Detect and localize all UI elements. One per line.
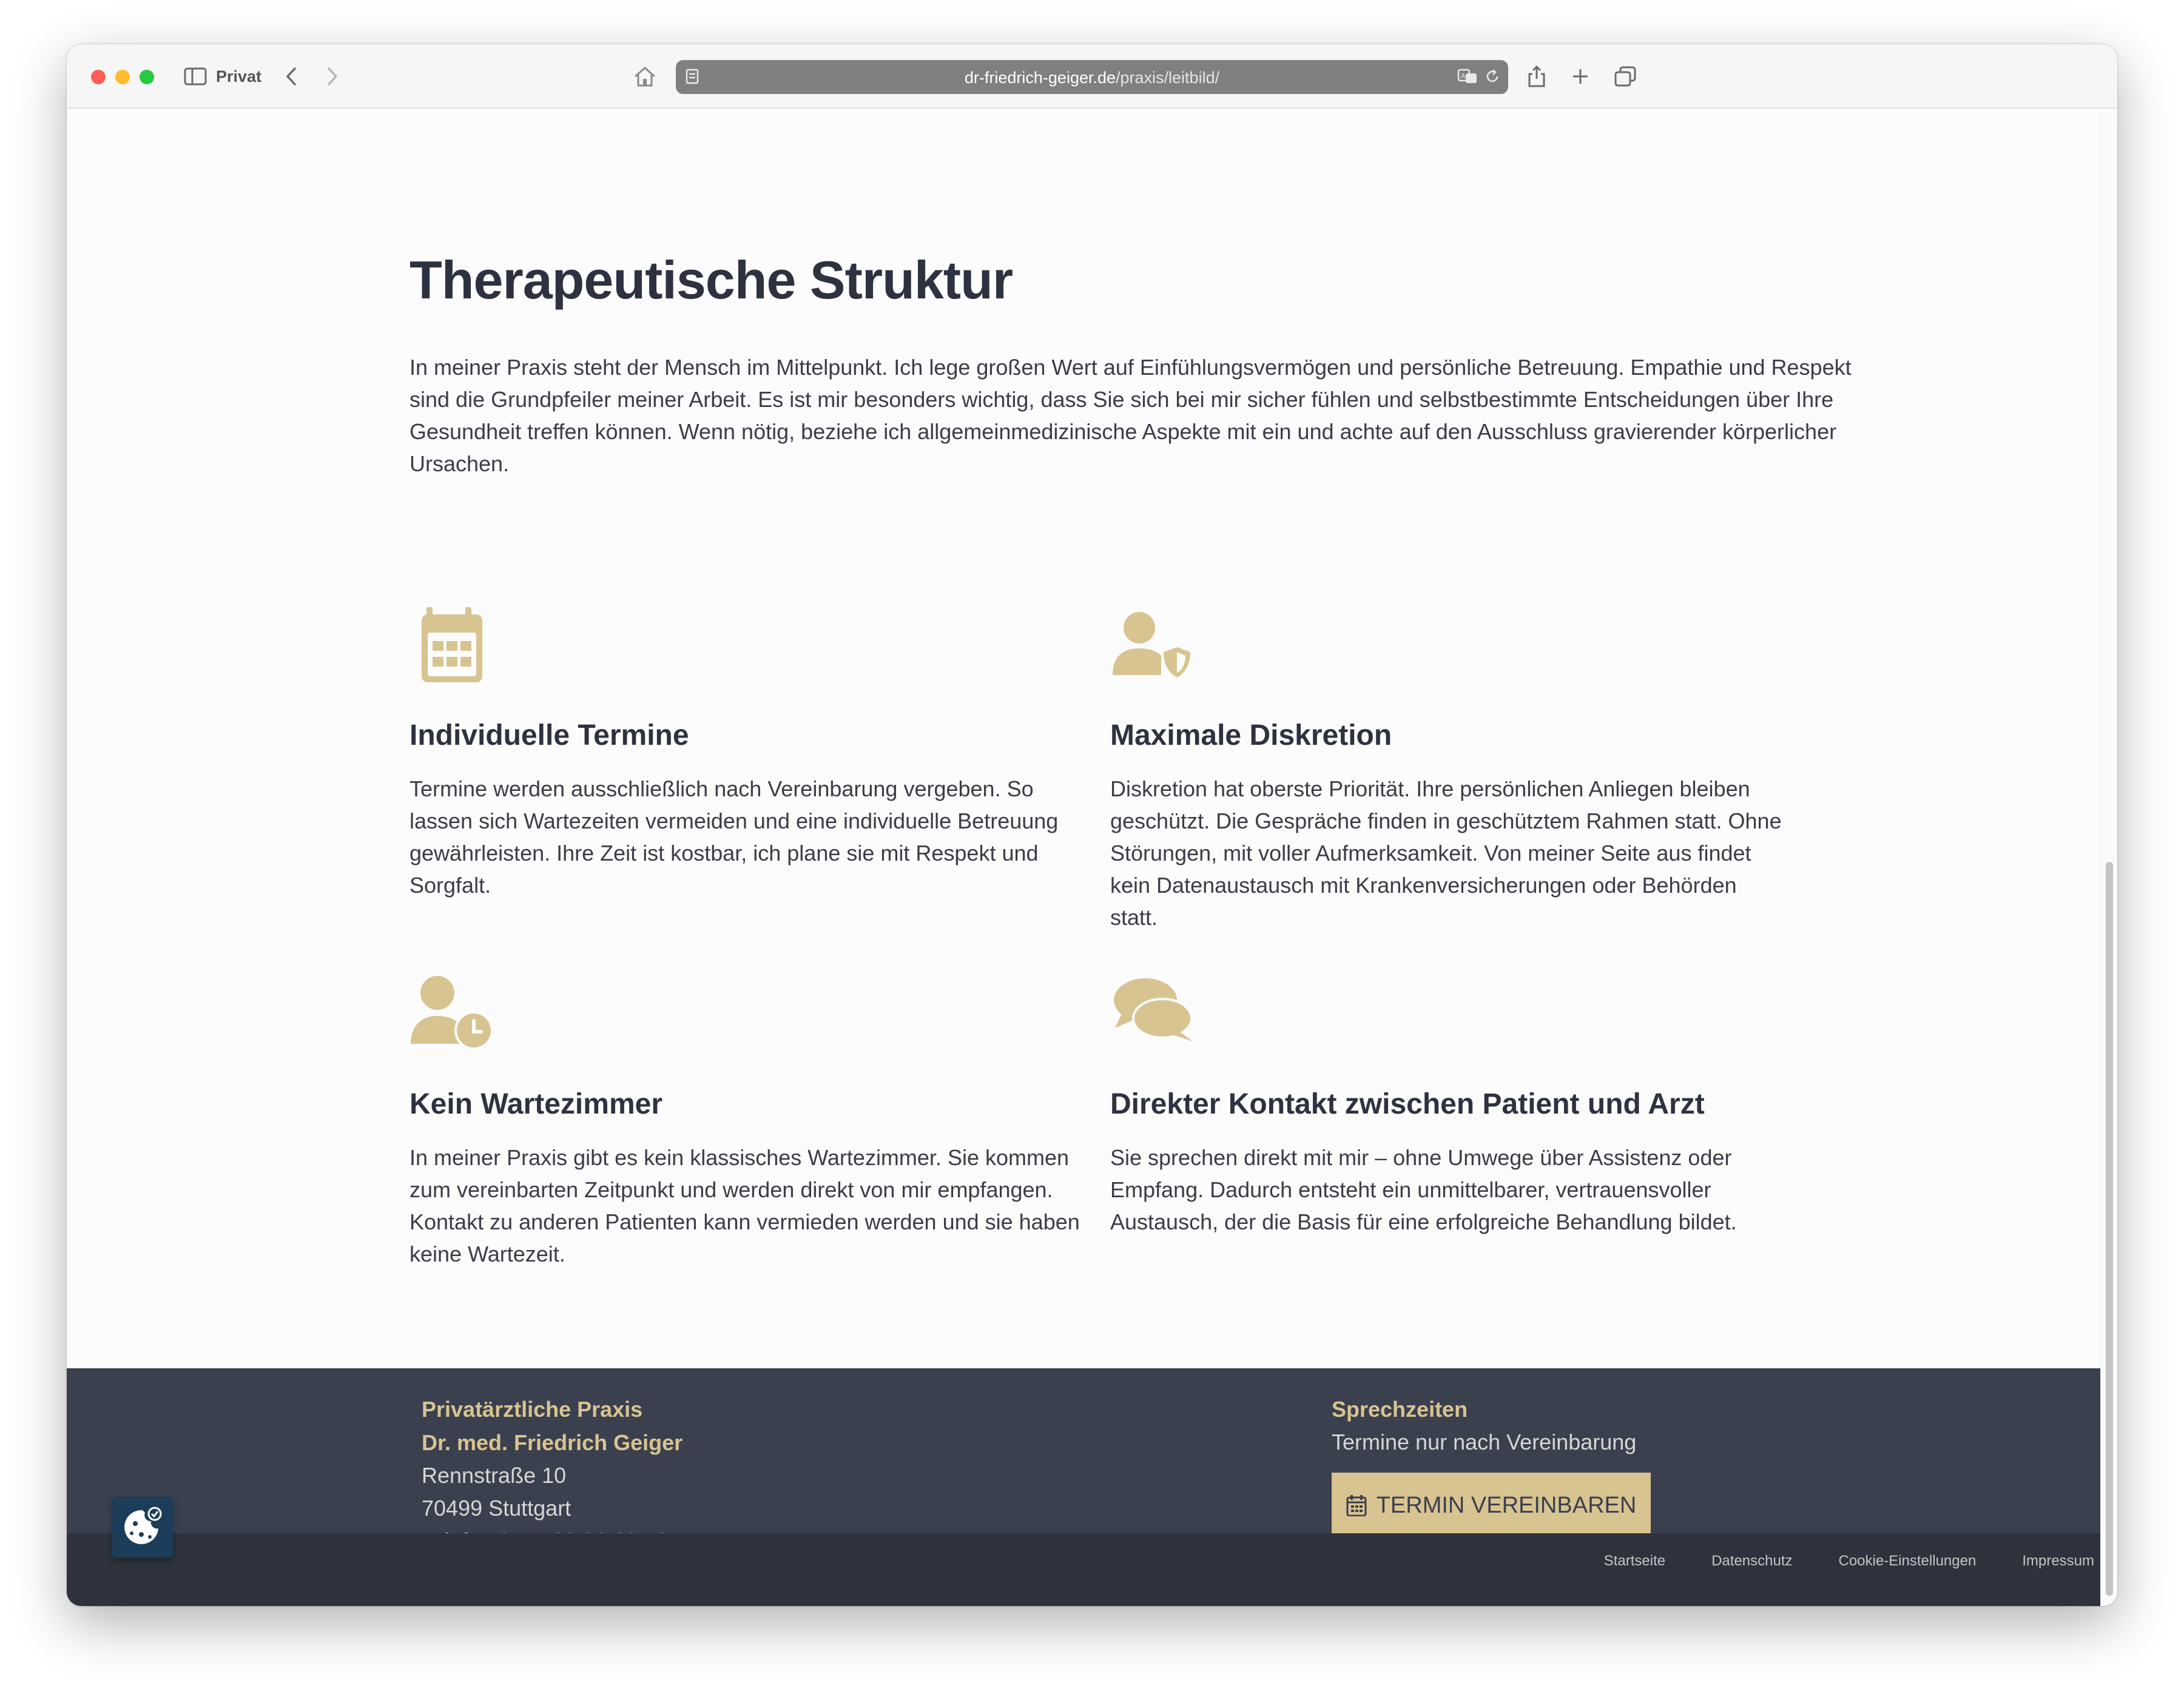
feature-individuelle-termine: Individuelle Termine Termine werden auss… <box>410 601 1083 901</box>
feature-title: Direkter Kontakt zwischen Patient und Ar… <box>1110 1088 1705 1120</box>
url-domain: dr-friedrich-geiger.de <box>964 69 1116 87</box>
back-arrow-icon[interactable] <box>279 62 303 90</box>
new-tab-plus-icon[interactable] <box>1566 62 1594 90</box>
vertical-scrollbar[interactable] <box>2100 110 2117 1606</box>
private-mode-label: Privat <box>216 67 262 86</box>
footer-links: Startseite Datenschutz Cookie-Einstellun… <box>1604 1553 2094 1570</box>
home-icon[interactable] <box>631 62 659 90</box>
feature-title: Maximale Diskretion <box>1110 719 1392 751</box>
cookie-icon <box>124 1507 162 1544</box>
page-content: Therapeutische Struktur In meiner Praxis… <box>67 110 2100 1606</box>
tab-overview-icon[interactable] <box>1611 62 1639 90</box>
url-path: /praxis/leitbild/ <box>1116 69 1220 87</box>
browser-toolbar: Privat dr-friedrich-geiger.de/praxis/lei… <box>67 44 2117 109</box>
share-icon[interactable] <box>1523 62 1551 90</box>
zoom-window-button[interactable] <box>140 70 154 84</box>
feature-kein-wartezimmer: Kein Wartezimmer In meiner Praxis gibt e… <box>410 970 1083 1270</box>
minimize-window-button[interactable] <box>115 70 130 84</box>
book-appointment-button[interactable]: TERMIN VEREINBAREN <box>1332 1473 1651 1538</box>
address-bar[interactable]: dr-friedrich-geiger.de/praxis/leitbild/ … <box>676 60 1508 94</box>
close-window-button[interactable] <box>91 70 106 84</box>
calendar-icon <box>422 607 482 682</box>
footer-bottom-bar: Startseite Datenschutz Cookie-Einstellun… <box>67 1533 2100 1606</box>
calendar-small-icon <box>1346 1495 1367 1516</box>
street-address: Rennstraße 10 <box>422 1463 567 1488</box>
feature-text: Termine werden ausschließlich nach Verei… <box>410 776 1059 898</box>
forward-arrow-icon[interactable] <box>320 62 345 90</box>
user-clock-icon <box>411 976 493 1050</box>
feature-text: Sie sprechen direkt mit mir – ohne Umweg… <box>1110 1145 1737 1234</box>
page-title: Therapeutische Struktur <box>410 250 1013 310</box>
reload-icon[interactable] <box>1484 67 1501 89</box>
practice-name: Privatärztliche Praxis <box>422 1397 643 1422</box>
svg-text:A: A <box>1461 72 1466 80</box>
hours-title: Sprechzeiten <box>1332 1397 1468 1422</box>
url-text: dr-friedrich-geiger.de/praxis/leitbild/ <box>676 69 1508 87</box>
city-address: 70499 Stuttgart <box>422 1496 571 1521</box>
browser-window: Privat dr-friedrich-geiger.de/praxis/lei… <box>67 44 2117 1606</box>
book-appointment-label: TERMIN VEREINBAREN <box>1376 1492 1637 1518</box>
feature-text: Diskretion hat oberste Priorität. Ihre p… <box>1110 776 1782 930</box>
feature-text: In meiner Praxis gibt es kein klassische… <box>410 1145 1080 1266</box>
doctor-name: Dr. med. Friedrich Geiger <box>422 1430 683 1455</box>
feature-title: Individuelle Termine <box>410 719 689 751</box>
intro-paragraph: In meiner Praxis steht der Mensch im Mit… <box>410 355 1852 476</box>
footer-link-impressum[interactable]: Impressum <box>2022 1553 2094 1570</box>
sidebar-toggle-icon[interactable] <box>183 62 207 90</box>
feature-title: Kein Wartezimmer <box>410 1088 662 1120</box>
cookie-settings-button[interactable] <box>112 1497 173 1558</box>
footer-hours-block: Sprechzeiten Termine nur nach Vereinbaru… <box>1332 1393 1651 1538</box>
feature-direkter-kontakt: Direkter Kontakt zwischen Patient und Ar… <box>1110 970 1784 1238</box>
hours-text: Termine nur nach Vereinbarung <box>1332 1430 1637 1454</box>
feature-maximale-diskretion: Maximale Diskretion Diskretion hat obers… <box>1110 601 1784 933</box>
user-shield-icon <box>1113 612 1191 679</box>
footer-link-cookie-einstellungen[interactable]: Cookie-Einstellungen <box>1839 1553 1977 1570</box>
footer-link-startseite[interactable]: Startseite <box>1604 1553 1665 1570</box>
comments-icon <box>1114 978 1193 1041</box>
translate-icon[interactable]: A <box>1457 67 1479 89</box>
footer-link-datenschutz[interactable]: Datenschutz <box>1711 1553 1792 1570</box>
scrollbar-thumb[interactable] <box>2106 862 2113 1596</box>
